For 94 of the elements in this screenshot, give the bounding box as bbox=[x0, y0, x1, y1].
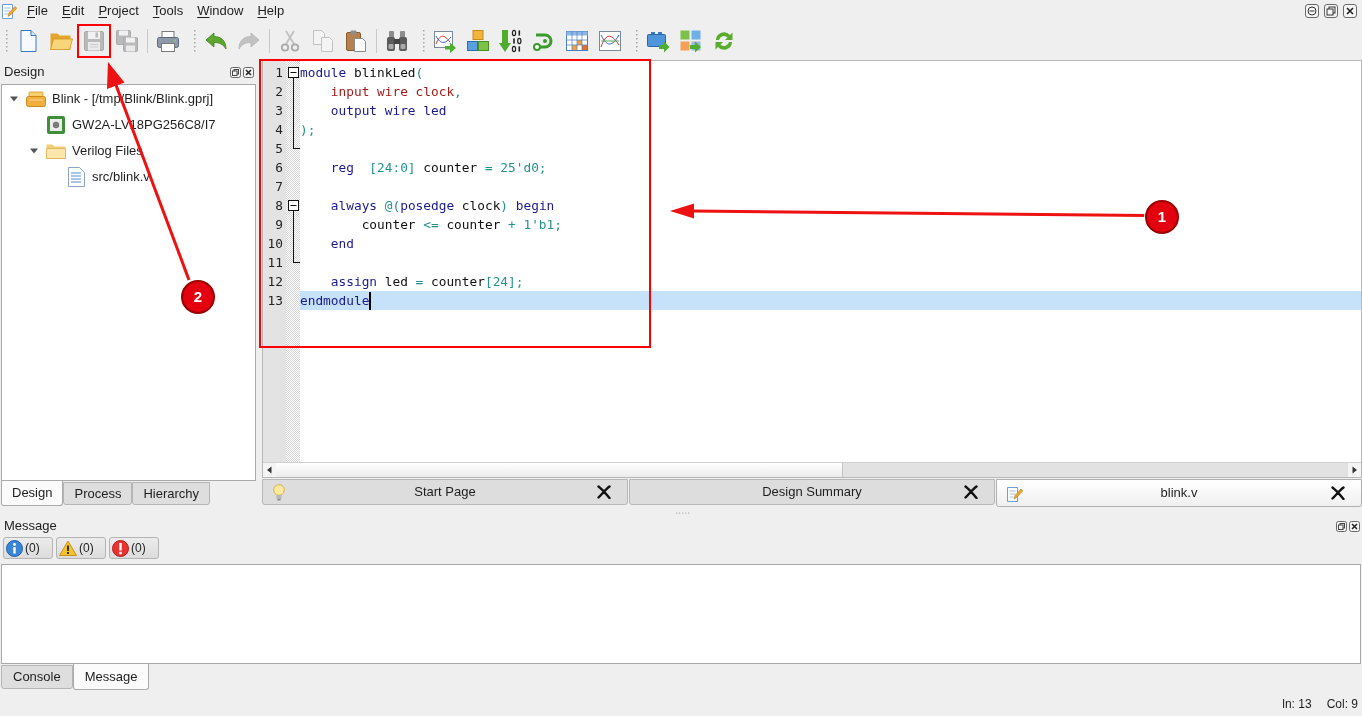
menu-item[interactable]: Tools bbox=[145, 1, 191, 21]
line-number: 5 bbox=[275, 140, 283, 158]
close-icon[interactable] bbox=[1331, 486, 1345, 500]
editor-tab[interactable]: Design Summary bbox=[629, 479, 995, 505]
cursor-column-status: Col: 9 bbox=[1326, 696, 1358, 713]
float-icon[interactable] bbox=[230, 66, 241, 78]
line-number: 9 bbox=[275, 216, 283, 234]
line-number: 13 bbox=[267, 292, 283, 310]
project-box-icon bbox=[26, 91, 46, 107]
line-number: 7 bbox=[275, 178, 283, 196]
minimize-icon[interactable] bbox=[1305, 4, 1319, 18]
editor-tab[interactable]: blink.v bbox=[996, 479, 1362, 507]
cubes-icon bbox=[466, 29, 490, 53]
line-number: 8 bbox=[275, 197, 283, 215]
menu-item[interactable]: Window bbox=[190, 1, 251, 21]
chart-arrow-icon bbox=[433, 29, 457, 53]
code-line: end bbox=[329, 235, 354, 253]
error-icon bbox=[112, 539, 129, 557]
grip-icon bbox=[5, 29, 8, 53]
line-number: 11 bbox=[267, 254, 283, 272]
line-number: 4 bbox=[275, 121, 283, 139]
fold-guide-line bbox=[293, 211, 300, 263]
line-number: 1 bbox=[275, 64, 283, 82]
warning-icon bbox=[59, 540, 77, 556]
line-number: 2 bbox=[275, 83, 283, 101]
info-filter-button[interactable]: (0) bbox=[3, 537, 53, 559]
waveform-chart-icon bbox=[598, 29, 622, 53]
fold-guide-line bbox=[293, 78, 300, 149]
grid-table-icon bbox=[565, 29, 589, 53]
tab[interactable]: Console bbox=[1, 665, 73, 689]
code-line: always @(posedge clock) begin bbox=[329, 197, 555, 215]
text-file-icon bbox=[67, 167, 85, 187]
grip-icon bbox=[193, 29, 196, 53]
error-filter-button[interactable]: (0) bbox=[109, 537, 159, 559]
scrollbar-thumb[interactable] bbox=[276, 463, 843, 477]
line-number: 12 bbox=[267, 273, 283, 291]
code-line: module blinkLed( bbox=[300, 64, 424, 82]
menu-item[interactable]: Help bbox=[250, 1, 292, 21]
light-bulb-icon bbox=[273, 483, 285, 501]
horizontal-scrollbar[interactable] bbox=[263, 462, 1361, 477]
tab[interactable]: Message bbox=[72, 664, 150, 690]
line-number: 10 bbox=[267, 235, 283, 253]
code-line: endmodule bbox=[300, 292, 370, 310]
code-line: counter <= counter + 1'b1; bbox=[360, 216, 562, 234]
grip-icon bbox=[422, 29, 425, 53]
collapse-icon[interactable] bbox=[288, 200, 299, 211]
printer-icon bbox=[156, 29, 180, 53]
editor-tab[interactable]: Start Page bbox=[262, 479, 628, 505]
page-pencil-icon bbox=[1007, 484, 1023, 502]
close-icon[interactable] bbox=[597, 485, 611, 499]
warning-filter-button[interactable]: (0) bbox=[56, 537, 106, 559]
code-line: reg [24:0] counter = 25'd0; bbox=[329, 159, 547, 177]
code-line: ); bbox=[300, 121, 316, 139]
tab[interactable]: Design bbox=[1, 481, 64, 506]
code-line: assign led = counter[24]; bbox=[329, 273, 524, 291]
close-icon[interactable] bbox=[1343, 4, 1357, 18]
two-pages-icon bbox=[311, 29, 335, 53]
tab[interactable]: Hierarchy bbox=[132, 482, 211, 505]
close-icon[interactable] bbox=[964, 485, 978, 499]
float-icon[interactable] bbox=[1336, 520, 1347, 532]
panel-title: Design bbox=[4, 63, 45, 82]
binoculars-icon bbox=[385, 29, 409, 53]
expanded-arrow-icon[interactable] bbox=[30, 147, 38, 155]
collapse-icon[interactable] bbox=[288, 67, 299, 78]
tab[interactable]: Process bbox=[63, 482, 133, 505]
code-line: input wire clock, bbox=[329, 83, 462, 101]
grip-icon bbox=[635, 29, 638, 53]
restore-icon[interactable] bbox=[1324, 4, 1338, 18]
panel-title: Message bbox=[4, 517, 57, 536]
code-line: output wire led bbox=[329, 102, 447, 120]
notepad-pencil-icon bbox=[2, 3, 17, 19]
chip-icon bbox=[47, 116, 65, 134]
scroll-left-icon[interactable] bbox=[263, 463, 276, 477]
close-icon[interactable] bbox=[1349, 520, 1360, 532]
info-icon bbox=[6, 539, 23, 557]
line-number: 6 bbox=[275, 159, 283, 177]
close-icon[interactable] bbox=[243, 66, 254, 78]
binary-down-arrow-icon bbox=[499, 29, 523, 53]
scissors-icon bbox=[278, 29, 302, 53]
menu-item[interactable]: Edit bbox=[54, 1, 92, 21]
menu-item[interactable]: File bbox=[20, 1, 55, 21]
tiles-arrow-icon bbox=[679, 29, 703, 53]
folder-icon bbox=[46, 143, 66, 159]
clipboard-icon bbox=[344, 29, 368, 53]
brick-arrow-icon bbox=[646, 29, 670, 53]
text-cursor bbox=[369, 291, 372, 310]
line-number: 3 bbox=[275, 102, 283, 120]
splitter-dots-icon bbox=[675, 511, 691, 514]
menu-item[interactable]: Project bbox=[91, 1, 146, 21]
floppy-disks-icon bbox=[115, 29, 139, 53]
cursor-line-status: ln: 13 bbox=[1282, 696, 1312, 713]
tree-item[interactable]: src/blink.v bbox=[66, 166, 152, 188]
expanded-arrow-icon[interactable] bbox=[10, 95, 18, 103]
scroll-right-icon[interactable] bbox=[1348, 463, 1361, 477]
